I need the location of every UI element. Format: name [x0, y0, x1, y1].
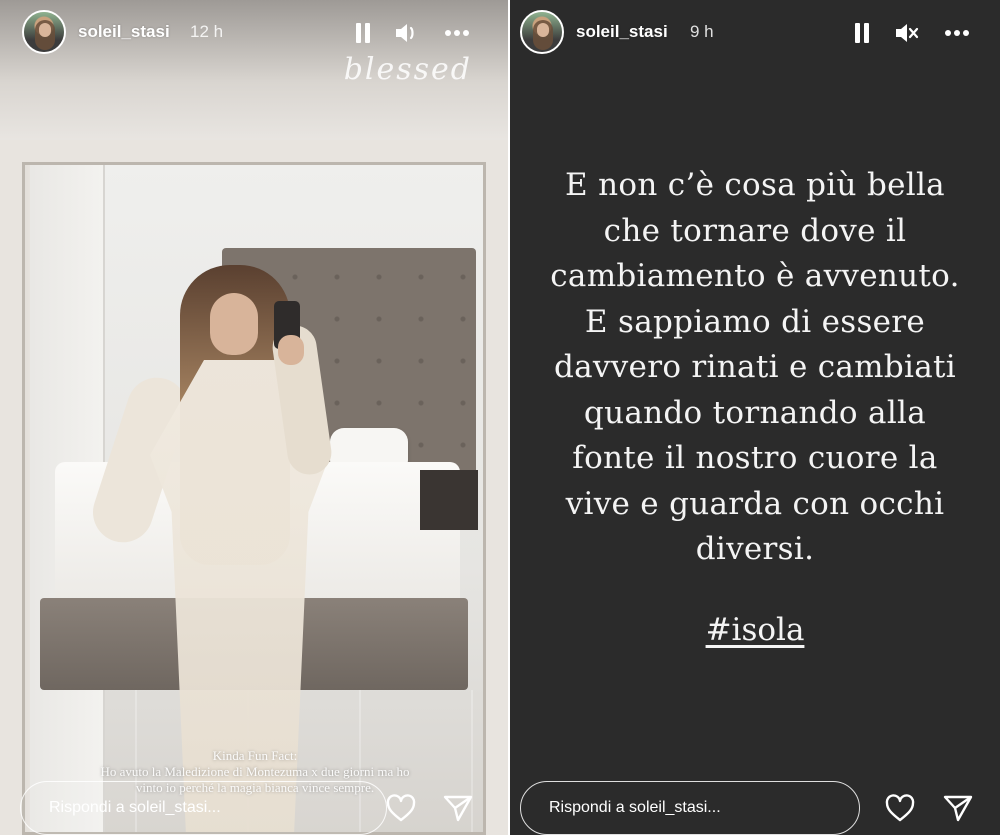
reply-input[interactable]: Rispondi a soleil_stasi... [20, 781, 387, 835]
story-header: soleil_stasi 9 h [510, 0, 1000, 70]
avatar-face [537, 23, 549, 37]
heart-icon [386, 794, 416, 822]
pause-icon [855, 23, 869, 43]
more-icon [945, 30, 969, 36]
pause-button[interactable] [348, 18, 378, 48]
share-button[interactable] [440, 790, 476, 826]
caption-line: Ho avuto la Maledizione di Montezuma x d… [100, 764, 410, 779]
story-text-line: davvero rinati e cambiati [554, 349, 956, 385]
share-button[interactable] [940, 790, 976, 826]
send-icon [943, 795, 973, 822]
story-text-line: quando tornando alla [583, 394, 927, 431]
story-text-line: vive e guarda con occhi [565, 485, 945, 522]
reply-placeholder: Rispondi a soleil_stasi... [49, 799, 221, 816]
reply-placeholder: Rispondi a soleil_stasi... [549, 799, 721, 816]
username[interactable]: soleil_stasi [576, 22, 668, 42]
story-text-line: cambiamento è avvenuto. [550, 258, 960, 294]
more-button[interactable] [942, 18, 972, 48]
pause-button[interactable] [847, 18, 877, 48]
sound-button[interactable] [892, 18, 922, 48]
caption-line: Kinda Fun Fact: [212, 748, 298, 763]
story-left: blessed Kinda Fun Fact: Ho avuto la Male… [0, 0, 508, 835]
story-text-line: diversi. [695, 531, 815, 567]
timestamp: 12 h [190, 22, 224, 41]
volume-icon [396, 24, 414, 42]
username[interactable]: soleil_stasi [78, 22, 170, 42]
mirror-frame [0, 140, 508, 835]
more-icon [445, 30, 469, 36]
sound-button[interactable] [392, 18, 422, 48]
avatar[interactable] [22, 10, 66, 54]
hashtag-link[interactable]: #isola [510, 612, 1000, 648]
story-text-line: E sappiamo di essere [584, 303, 926, 340]
story-right: soleil_stasi 9 h E non c’è cosa più bell… [510, 0, 1000, 835]
reply-input[interactable]: Rispondi a soleil_stasi... [520, 781, 860, 835]
story-text-line: fonte il nostro cuore la [572, 440, 938, 476]
story-text: E non c’è cosa più bella che tornare dov… [510, 163, 1000, 573]
story-photo [0, 0, 508, 835]
story-text-line: E non c’è cosa più bella [565, 167, 945, 203]
volume-muted-icon [896, 24, 919, 42]
send-icon [443, 795, 473, 822]
like-button[interactable] [383, 790, 419, 826]
more-button[interactable] [442, 18, 472, 48]
timestamp: 9 h [690, 22, 714, 41]
pause-icon [356, 23, 370, 43]
avatar[interactable] [520, 10, 564, 54]
story-header: soleil_stasi 12 h [0, 0, 508, 70]
avatar-face [39, 23, 51, 37]
like-button[interactable] [882, 790, 918, 826]
story-text-line: che tornare dove il [603, 212, 907, 249]
heart-icon [885, 794, 915, 822]
